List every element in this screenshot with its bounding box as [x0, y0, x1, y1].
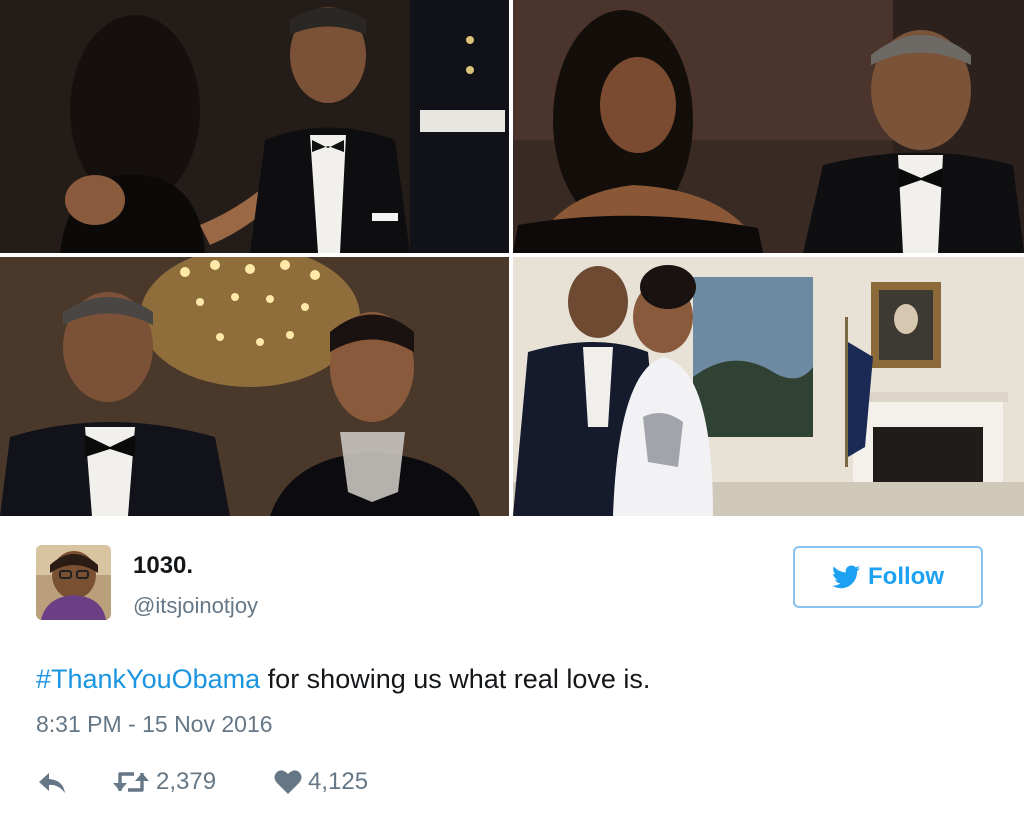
photo-top-right[interactable] [513, 0, 1024, 253]
timestamp[interactable]: 8:31 PM - 15 Nov 2016 [36, 711, 273, 738]
photo-bottom-right-image [513, 257, 1024, 516]
action-bar: 2,379 4,125 [0, 768, 1024, 808]
heart-icon [274, 770, 302, 794]
retweet-icon [113, 772, 149, 792]
photo-top-left-image [0, 0, 509, 253]
like-button[interactable]: 4,125 [274, 768, 368, 796]
reply-icon [39, 773, 65, 793]
follow-button[interactable]: Follow [793, 546, 983, 608]
photo-top-right-image [513, 0, 1024, 253]
avatar-image [36, 545, 111, 620]
tweet-text-body: for showing us what real love is. [260, 664, 651, 694]
follow-label: Follow [868, 563, 944, 590]
hashtag-link[interactable]: #ThankYouObama [36, 664, 260, 694]
user-handle[interactable]: @itsjoinotjoy [133, 593, 258, 619]
avatar[interactable] [36, 545, 111, 620]
photo-grid [0, 0, 1024, 516]
photo-bottom-left-image [0, 257, 509, 516]
retweet-button[interactable]: 2,379 [112, 768, 216, 796]
tweet-text: #ThankYouObama for showing us what real … [36, 664, 650, 695]
retweet-count: 2,379 [156, 768, 217, 795]
like-count: 4,125 [308, 768, 369, 795]
photo-bottom-right[interactable] [513, 257, 1024, 516]
photo-bottom-left[interactable] [0, 257, 509, 516]
reply-button[interactable] [38, 772, 66, 794]
display-name[interactable]: 1030. [133, 552, 193, 580]
photo-top-left[interactable] [0, 0, 509, 253]
twitter-bird-icon [832, 565, 860, 589]
